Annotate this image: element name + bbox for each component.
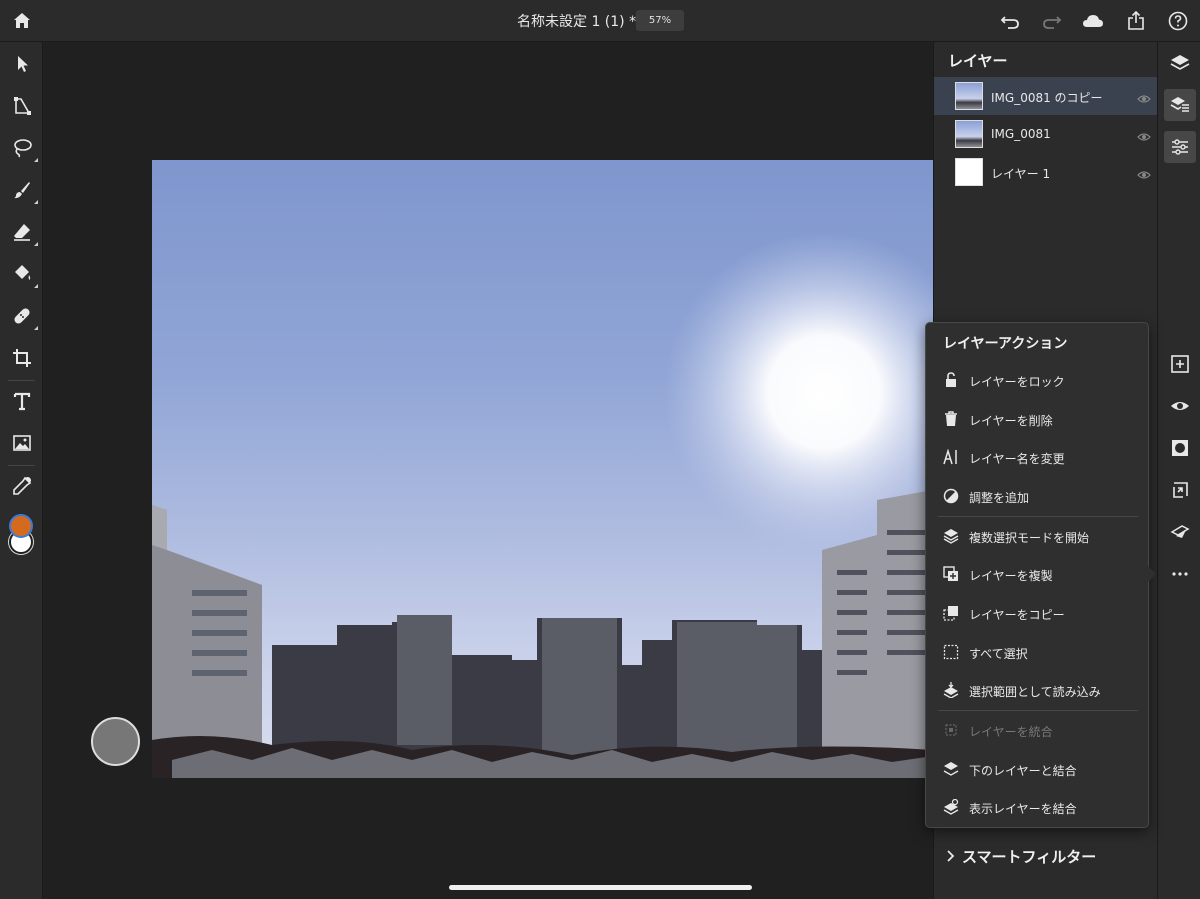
layer-row-layer1[interactable]: レイヤー 1 <box>934 153 1158 191</box>
layers-panel-title: レイヤー <box>948 52 1008 70</box>
paint-bucket-tool-icon[interactable] <box>10 262 38 288</box>
menu-item-flatten: レイヤーを統合 <box>926 711 1148 749</box>
adjustment-icon <box>943 488 959 504</box>
eye-icon[interactable] <box>1137 128 1151 141</box>
layer-row-img0081[interactable]: IMG_0081 <box>934 115 1158 153</box>
blend-mode-icon[interactable] <box>1164 516 1196 548</box>
flatten-icon <box>943 722 959 738</box>
menu-item-label: レイヤーをロック <box>969 375 1065 389</box>
transform-tool-icon[interactable] <box>10 94 34 118</box>
redo-icon[interactable] <box>1040 9 1064 33</box>
layer-thumbnail <box>955 120 983 148</box>
foreground-color-swatch[interactable] <box>9 514 33 538</box>
lasso-tool-icon[interactable] <box>10 136 38 162</box>
layer-name: レイヤー 1 <box>991 167 1051 181</box>
menu-item-merge-down[interactable]: 下のレイヤーと結合 <box>926 750 1148 788</box>
undo-icon[interactable] <box>998 9 1022 33</box>
layer-actions-menu: レイヤーアクション レイヤーをロック レイヤーを削除 レイヤー名を変更 調整を追… <box>925 322 1149 828</box>
menu-item-load-as-selection[interactable]: 選択範囲として読み込み <box>926 671 1148 709</box>
toolbar-divider <box>8 465 35 466</box>
layers-stack-icon <box>943 528 959 544</box>
home-indicator[interactable] <box>449 885 752 890</box>
share-icon[interactable] <box>1124 9 1148 33</box>
merge-visible-icon <box>943 798 959 815</box>
menu-item-multi-select[interactable]: 複数選択モードを開始 <box>926 517 1148 555</box>
duplicate-icon <box>943 566 959 582</box>
place-image-icon[interactable] <box>10 431 34 455</box>
adjustments-icon[interactable] <box>1164 131 1196 163</box>
crop-tool-icon[interactable] <box>10 346 34 370</box>
menu-item-delete-layer[interactable]: レイヤーを削除 <box>926 400 1148 438</box>
smart-filter-section[interactable]: スマートフィルター <box>934 834 1158 876</box>
eyedropper-tool-icon[interactable] <box>10 474 34 498</box>
visibility-icon[interactable] <box>1164 390 1196 422</box>
load-selection-icon <box>943 682 959 699</box>
menu-item-label: 複数選択モードを開始 <box>969 531 1090 545</box>
merge-down-icon <box>943 761 959 777</box>
unlock-icon <box>943 372 959 388</box>
menu-title: レイヤーアクション <box>943 336 1068 352</box>
layer-name: IMG_0081 <box>991 127 1051 141</box>
menu-item-lock-layer[interactable]: レイヤーをロック <box>926 361 1148 399</box>
text-tool-icon[interactable] <box>10 389 34 413</box>
menu-item-label: レイヤーを削除 <box>969 414 1053 428</box>
eye-icon[interactable] <box>1137 90 1151 103</box>
layers-icon[interactable] <box>1164 47 1196 79</box>
toolbar-divider <box>8 380 35 381</box>
more-icon[interactable] <box>1164 558 1196 590</box>
zoom-level[interactable]: 57% <box>636 10 684 31</box>
menu-item-label: レイヤーをコピー <box>969 608 1065 622</box>
layer-properties-icon[interactable] <box>1164 89 1196 121</box>
menu-item-label: 下のレイヤーと結合 <box>969 764 1077 778</box>
top-bar: 名称未設定 1 (1) * 57% <box>0 0 1200 42</box>
menu-item-label: 調整を追加 <box>969 491 1030 505</box>
clipping-mask-icon[interactable] <box>1164 474 1196 506</box>
layer-name: IMG_0081 のコピー <box>991 91 1103 105</box>
layer-thumbnail <box>955 82 983 110</box>
menu-item-copy-layer[interactable]: レイヤーをコピー <box>926 594 1148 632</box>
menu-item-rename-layer[interactable]: レイヤー名を変更 <box>926 438 1148 476</box>
add-layer-icon[interactable] <box>1164 348 1196 380</box>
touch-shortcut-button[interactable] <box>91 717 140 766</box>
menu-item-select-all[interactable]: すべて選択 <box>926 633 1148 671</box>
canvas-image[interactable] <box>152 160 933 778</box>
menu-item-label: 選択範囲として読み込み <box>969 685 1101 699</box>
left-toolbar <box>0 42 43 899</box>
eye-icon[interactable] <box>1137 166 1151 179</box>
smart-filter-label: スマートフィルター <box>962 848 1097 866</box>
select-all-icon <box>943 644 959 660</box>
menu-pointer <box>1147 565 1156 583</box>
canvas-area[interactable] <box>43 42 933 899</box>
layer-thumbnail <box>955 158 983 186</box>
help-icon[interactable] <box>1166 9 1190 33</box>
right-rail <box>1157 42 1200 899</box>
menu-item-merge-visible[interactable]: 表示レイヤーを結合 <box>926 788 1148 826</box>
menu-item-add-adjustment[interactable]: 調整を追加 <box>926 477 1148 515</box>
healing-tool-icon[interactable] <box>10 304 38 330</box>
document-title[interactable]: 名称未設定 1 (1) * <box>517 11 636 31</box>
menu-item-label: すべて選択 <box>969 647 1028 661</box>
mask-icon[interactable] <box>1164 432 1196 464</box>
menu-item-label: レイヤー名を変更 <box>969 452 1065 466</box>
eraser-tool-icon[interactable] <box>10 220 38 246</box>
brush-tool-icon[interactable] <box>10 178 38 204</box>
cloud-icon[interactable] <box>1081 9 1105 33</box>
menu-item-label: レイヤーを統合 <box>969 725 1053 739</box>
chevron-right-icon <box>946 848 956 867</box>
menu-item-duplicate-layer[interactable]: レイヤーを複製 <box>926 555 1148 593</box>
home-icon[interactable] <box>10 9 34 33</box>
select-tool-icon[interactable] <box>10 52 34 76</box>
layer-row-img0081-copy[interactable]: IMG_0081 のコピー <box>934 77 1158 115</box>
copy-icon <box>943 605 959 621</box>
photoshop-app: 名称未設定 1 (1) * 57% レイヤー IMG_0081 のコピー IMG… <box>0 0 1200 899</box>
trash-icon <box>943 411 959 427</box>
menu-item-label: 表示レイヤーを結合 <box>969 802 1077 816</box>
rename-icon <box>943 448 959 465</box>
menu-item-label: レイヤーを複製 <box>969 569 1053 583</box>
